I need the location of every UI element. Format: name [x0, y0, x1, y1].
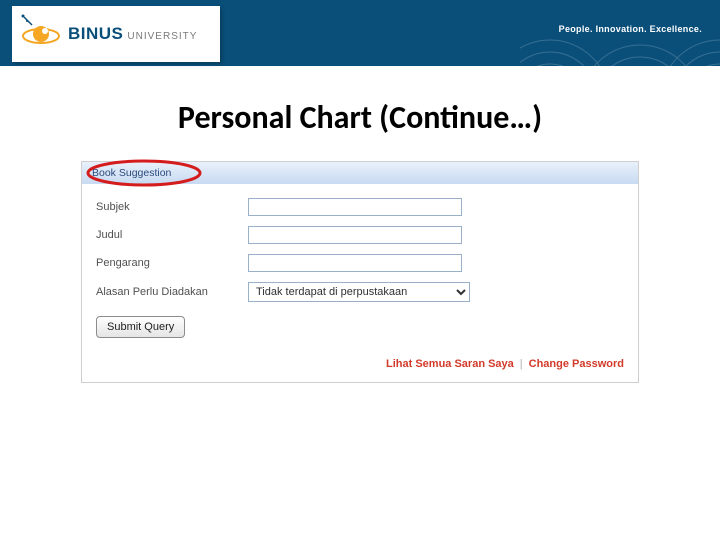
book-suggestion-panel: Book Suggestion Subjek Judul Pengarang A… [81, 161, 639, 383]
link-change-password[interactable]: Change Password [529, 358, 624, 370]
brand-logo-icon [12, 6, 70, 62]
banner-tagline: People. Innovation. Excellence. [559, 24, 702, 34]
panel-header: Book Suggestion [82, 162, 638, 184]
row-author: Pengarang [96, 254, 624, 272]
brand-name-bold: BINUS [68, 24, 123, 44]
brand-logo-plate: BINUS UNIVERSITY [12, 6, 220, 62]
label-title: Judul [96, 229, 248, 241]
panel-title: Book Suggestion [92, 167, 171, 179]
input-author[interactable] [248, 254, 462, 272]
input-subject[interactable] [248, 198, 462, 216]
panel-footer: Lihat Semua Saran Saya | Change Password [82, 348, 638, 382]
submit-button[interactable]: Submit Query [96, 316, 185, 338]
select-reason[interactable]: Tidak terdapat di perpustakaan [248, 282, 470, 302]
row-reason: Alasan Perlu Diadakan Tidak terdapat di … [96, 282, 624, 302]
label-reason: Alasan Perlu Diadakan [96, 286, 248, 298]
row-title: Judul [96, 226, 624, 244]
row-subject: Subjek [96, 198, 624, 216]
page-title: Personal Chart (Continue…) [0, 98, 720, 137]
footer-separator: | [520, 358, 523, 370]
link-my-suggestions[interactable]: Lihat Semua Saran Saya [386, 358, 514, 370]
brand-name-light: UNIVERSITY [127, 31, 197, 42]
banner-divider [0, 66, 720, 72]
label-author: Pengarang [96, 257, 248, 269]
label-subject: Subjek [96, 201, 248, 213]
form-body: Subjek Judul Pengarang Alasan Perlu Diad… [82, 184, 638, 348]
brand-logo-text: BINUS UNIVERSITY [68, 24, 197, 44]
input-title[interactable] [248, 226, 462, 244]
